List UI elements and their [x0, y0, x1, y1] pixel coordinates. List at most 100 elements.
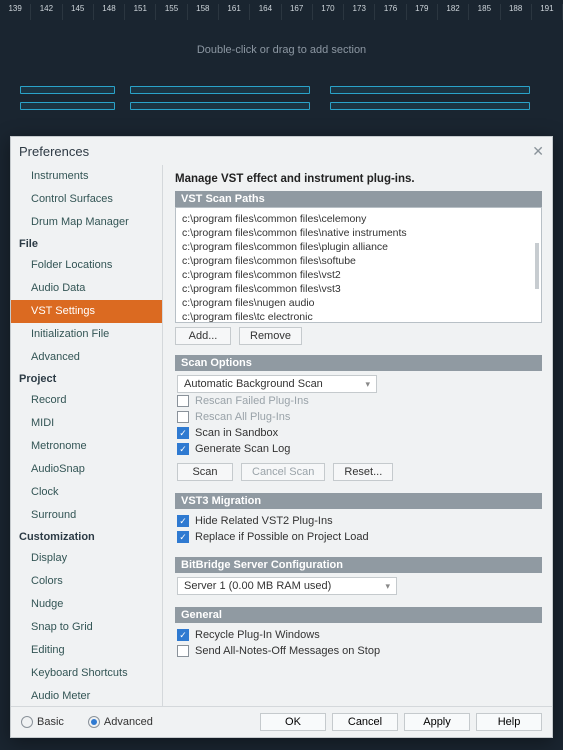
ruler-tick: 170	[313, 4, 344, 20]
chevron-down-icon: ▾	[385, 581, 390, 592]
label-scan-log: Generate Scan Log	[195, 443, 290, 455]
sidebar-item-record[interactable]: Record	[11, 389, 162, 412]
scan-mode-value: Automatic Background Scan	[184, 378, 323, 390]
help-button[interactable]: Help	[476, 713, 542, 731]
audio-clip	[20, 102, 115, 110]
group-general: General	[175, 607, 542, 623]
ruler-tick: 188	[501, 4, 532, 20]
sidebar-item-nudge[interactable]: Nudge	[11, 593, 162, 616]
checkbox-scan-log[interactable]: ✓	[177, 443, 189, 455]
sidebar-item-display[interactable]: Display	[11, 547, 162, 570]
radio-advanced[interactable]	[88, 716, 100, 728]
sidebar-item-advanced[interactable]: Advanced	[11, 346, 162, 369]
audio-clip	[130, 86, 310, 94]
reset-button[interactable]: Reset...	[333, 463, 393, 481]
ruler-tick: 161	[219, 4, 250, 20]
checkbox-recycle-windows[interactable]: ✓	[177, 629, 189, 641]
ok-button[interactable]: OK	[260, 713, 326, 731]
preferences-dialog: Preferences ✕ InstrumentsControl Surface…	[10, 136, 553, 738]
label-advanced: Advanced	[104, 716, 153, 728]
sidebar-item-midi[interactable]: MIDI	[11, 412, 162, 435]
label-sandbox: Scan in Sandbox	[195, 427, 278, 439]
sidebar-item-colors[interactable]: Colors	[11, 570, 162, 593]
ruler-tick: 167	[282, 4, 313, 20]
remove-path-button[interactable]: Remove	[239, 327, 302, 345]
sidebar-item-instruments[interactable]: Instruments	[11, 165, 162, 188]
bitbridge-server-select[interactable]: Server 1 (0.00 MB RAM used) ▾	[177, 577, 397, 595]
ruler-tick: 155	[156, 4, 187, 20]
sidebar-item-snap-to-grid[interactable]: Snap to Grid	[11, 616, 162, 639]
label-basic: Basic	[37, 716, 64, 728]
sidebar-head-project: Project	[11, 369, 162, 389]
dialog-title: Preferences	[19, 144, 89, 159]
sidebar-item-folder-locations[interactable]: Folder Locations	[11, 254, 162, 277]
dialog-titlebar[interactable]: Preferences ✕	[11, 137, 552, 165]
sidebar-item-drum-map-manager[interactable]: Drum Map Manager	[11, 211, 162, 234]
cancel-button[interactable]: Cancel	[332, 713, 398, 731]
scan-button[interactable]: Scan	[177, 463, 233, 481]
scan-paths-list[interactable]: c:\program files\common files\celemonyc:…	[175, 207, 542, 323]
audio-clip	[330, 86, 530, 94]
group-vst-scan-paths: VST Scan Paths	[175, 191, 542, 207]
label-rescan-all: Rescan All Plug-Ins	[195, 411, 290, 423]
mode-basic[interactable]: Basic	[21, 716, 64, 728]
label-rescan-failed: Rescan Failed Plug-Ins	[195, 395, 309, 407]
scan-path-entry[interactable]: c:\program files\tc electronic	[182, 310, 535, 323]
scan-path-entry[interactable]: c:\program files\common files\vst2	[182, 268, 535, 282]
preferences-sidebar: InstrumentsControl SurfacesDrum Map Mana…	[11, 165, 163, 706]
ruler-tick: 176	[375, 4, 406, 20]
add-path-button[interactable]: Add...	[175, 327, 231, 345]
timeline-ruler: 1391421451481511551581611641671701731761…	[0, 4, 563, 20]
ruler-tick: 173	[344, 4, 375, 20]
sidebar-item-surround[interactable]: Surround	[11, 504, 162, 527]
audio-clip	[130, 102, 310, 110]
sidebar-item-metronome[interactable]: Metronome	[11, 435, 162, 458]
sidebar-item-clock[interactable]: Clock	[11, 481, 162, 504]
section-hint: Double-click or drag to add section	[0, 44, 563, 56]
sidebar-item-audio-meter[interactable]: Audio Meter	[11, 685, 162, 706]
sidebar-item-control-surfaces[interactable]: Control Surfaces	[11, 188, 162, 211]
sidebar-item-audio-data[interactable]: Audio Data	[11, 277, 162, 300]
cancel-scan-button[interactable]: Cancel Scan	[241, 463, 325, 481]
close-icon[interactable]: ✕	[532, 143, 544, 160]
scan-path-entry[interactable]: c:\program files\common files\vst3	[182, 282, 535, 296]
preferences-main: Manage VST effect and instrument plug-in…	[163, 165, 552, 706]
checkbox-sandbox[interactable]: ✓	[177, 427, 189, 439]
scan-path-entry[interactable]: c:\program files\common files\native ins…	[182, 226, 535, 240]
audio-clip	[20, 86, 115, 94]
track-area	[0, 80, 563, 140]
scan-path-entry[interactable]: c:\program files\common files\celemony	[182, 212, 535, 226]
checkbox-replace-load[interactable]: ✓	[177, 531, 189, 543]
sidebar-head-customization: Customization	[11, 527, 162, 547]
group-bitbridge: BitBridge Server Configuration	[175, 557, 542, 573]
group-scan-options: Scan Options	[175, 355, 542, 371]
scan-path-entry[interactable]: c:\program files\common files\softube	[182, 254, 535, 268]
scan-path-entry[interactable]: c:\program files\common files\plugin all…	[182, 240, 535, 254]
chevron-down-icon: ▾	[365, 379, 370, 390]
sidebar-item-initialization-file[interactable]: Initialization File	[11, 323, 162, 346]
audio-clip	[330, 102, 530, 110]
sidebar-item-vst-settings[interactable]: VST Settings	[11, 300, 162, 323]
checkbox-rescan-all[interactable]	[177, 411, 189, 423]
sidebar-item-editing[interactable]: Editing	[11, 639, 162, 662]
ruler-tick: 185	[469, 4, 500, 20]
apply-button[interactable]: Apply	[404, 713, 470, 731]
ruler-tick: 139	[0, 4, 31, 20]
group-vst3-migration: VST3 Migration	[175, 493, 542, 509]
checkbox-hide-vst2[interactable]: ✓	[177, 515, 189, 527]
mode-advanced[interactable]: Advanced	[88, 716, 153, 728]
label-replace-load: Replace if Possible on Project Load	[195, 531, 369, 543]
label-hide-vst2: Hide Related VST2 Plug-Ins	[195, 515, 333, 527]
sidebar-item-audiosnap[interactable]: AudioSnap	[11, 458, 162, 481]
checkbox-rescan-failed[interactable]	[177, 395, 189, 407]
scrollbar-thumb[interactable]	[535, 243, 539, 289]
radio-basic[interactable]	[21, 716, 33, 728]
label-recycle-windows: Recycle Plug-In Windows	[195, 629, 320, 641]
scan-path-entry[interactable]: c:\program files\nugen audio	[182, 296, 535, 310]
checkbox-all-notes-off[interactable]	[177, 645, 189, 657]
ruler-tick: 182	[438, 4, 469, 20]
ruler-tick: 164	[250, 4, 281, 20]
bitbridge-server-value: Server 1 (0.00 MB RAM used)	[184, 580, 331, 592]
scan-mode-select[interactable]: Automatic Background Scan ▾	[177, 375, 377, 393]
sidebar-item-keyboard-shortcuts[interactable]: Keyboard Shortcuts	[11, 662, 162, 685]
